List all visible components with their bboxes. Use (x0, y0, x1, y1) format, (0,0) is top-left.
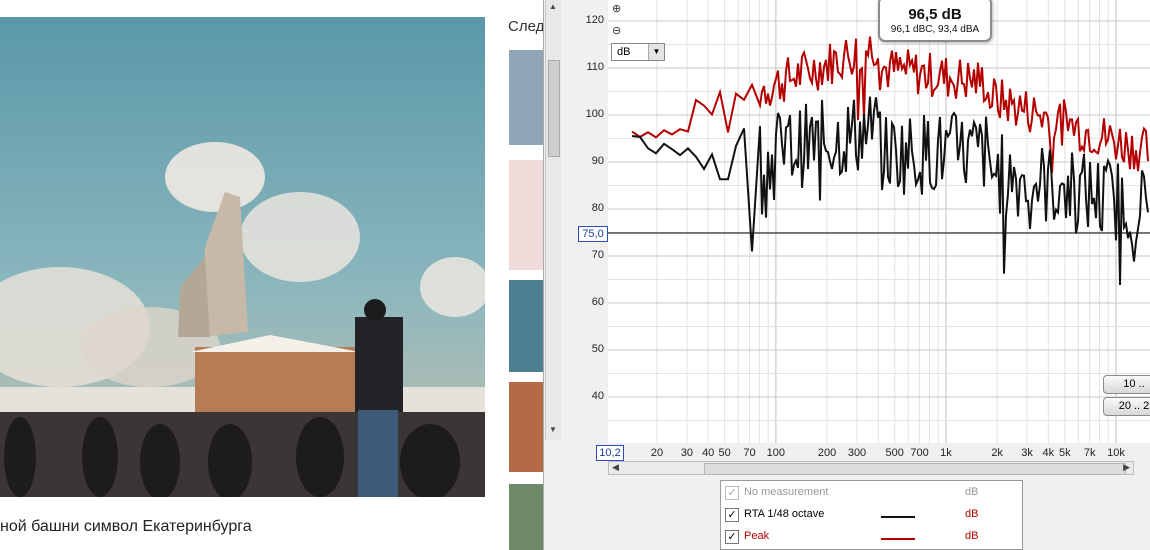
thumbnail-5[interactable] (509, 484, 543, 550)
x-min-box[interactable]: 10,2 (596, 445, 624, 461)
graph-canvas (608, 0, 1150, 443)
x-tick-label: 70 (743, 447, 756, 459)
legend-unit: dB (965, 508, 979, 520)
legend-row-rta: ✓ RTA 1/48 octave dB (725, 505, 1017, 525)
x-tick-label: 20 (650, 447, 664, 459)
vertical-scrollbar[interactable]: ▼ ▲ (545, 0, 561, 440)
y-tick-label: 120 (585, 14, 604, 26)
scroll-right-icon[interactable]: ▶ (1123, 462, 1130, 473)
x-tick-label: 700 (910, 447, 929, 459)
y-tick-label: 110 (586, 61, 604, 73)
legend-checkbox[interactable]: ✓ (725, 508, 739, 522)
legend-row-no-measurement: ✓ No measurement dB (725, 483, 1017, 503)
readout-level: 96,5 dB (908, 6, 962, 23)
y-tick-label: 50 (591, 343, 604, 355)
horizontal-scrollbar[interactable]: ◀ ▶ (608, 461, 1134, 475)
x-tick-label: 4k (1042, 447, 1055, 459)
reference-level-box[interactable]: 75,0 (578, 226, 608, 242)
scroll-left-icon[interactable]: ◀ (612, 462, 619, 473)
legend-name: Peak (744, 530, 770, 542)
legend-unit: dB (965, 486, 979, 498)
level-readout: 96,5 dB 96,1 dBC, 93,4 dBA (878, 0, 992, 42)
legend-row-peak: ✓ Peak dB (725, 527, 1017, 547)
vertical-scroll-thumb[interactable] (548, 60, 560, 157)
x-tick-label: 500 (885, 447, 904, 459)
thumbnail-3[interactable] (509, 280, 543, 372)
next-articles-label: След (508, 18, 545, 35)
y-tick-label: 100 (585, 108, 604, 120)
thumbnail-1[interactable] (509, 50, 543, 145)
scroll-up-icon[interactable]: ▲ (549, 2, 557, 11)
legend-unit: dB (965, 530, 979, 542)
x-tick-label: 300 (847, 447, 867, 459)
y-tick-label: 40 (591, 390, 604, 402)
range-button-1[interactable]: 10 .. (1103, 375, 1150, 394)
article-photo (0, 17, 485, 497)
x-tick-label: 7k (1083, 447, 1096, 459)
thumbnail-2[interactable] (509, 160, 543, 270)
range-button-2[interactable]: 20 .. 2 (1103, 397, 1150, 416)
legend-swatch (881, 538, 915, 540)
unit-select-value: dB (617, 46, 631, 58)
x-tick-label: 50 (718, 447, 731, 459)
legend-name: RTA 1/48 octave (744, 508, 825, 520)
x-tick-label: 40 (702, 447, 715, 459)
y-tick-label: 90 (591, 155, 604, 167)
x-tick-label: 10k (1107, 447, 1125, 459)
y-tick-label: 80 (591, 202, 604, 214)
zoom-out-icon[interactable]: ⊖ (612, 24, 624, 37)
y-tick-label: 70 (591, 249, 604, 261)
x-tick-label: 5k (1058, 447, 1071, 459)
article-caption[interactable]: ной башни символ Екатеринбурга (0, 518, 252, 536)
unit-select[interactable]: dB ▼ (611, 43, 665, 61)
legend-checkbox[interactable]: ✓ (725, 486, 739, 500)
readout-weighted: 96,1 dBC, 93,4 dBA (890, 24, 980, 35)
legend-checkbox[interactable]: ✓ (725, 530, 739, 544)
x-tick-label: 30 (680, 447, 694, 459)
scroll-down-icon[interactable]: ▼ (549, 425, 557, 434)
rta-trace (631, 96, 1149, 286)
x-tick-label: 3k (1021, 447, 1033, 459)
x-tick-label: 200 (817, 447, 837, 459)
x-tick-label: 1k (940, 447, 952, 459)
legend-swatch (881, 516, 915, 518)
x-tick-label: 2k (991, 447, 1003, 459)
spl-graph[interactable] (608, 0, 1150, 443)
horizontal-scroll-thumb[interactable] (704, 463, 1126, 475)
x-tick-label: 100 (766, 447, 786, 459)
legend-name: No measurement (744, 486, 829, 498)
legend-panel: ✓ No measurement dB ✓ RTA 1/48 octave dB… (720, 480, 1023, 550)
y-tick-label: 60 (591, 296, 604, 308)
chevron-down-icon[interactable]: ▼ (648, 44, 664, 60)
thumbnail-4[interactable] (509, 382, 543, 472)
peak-trace (631, 36, 1149, 174)
zoom-in-icon[interactable]: ⊕ (612, 2, 624, 15)
